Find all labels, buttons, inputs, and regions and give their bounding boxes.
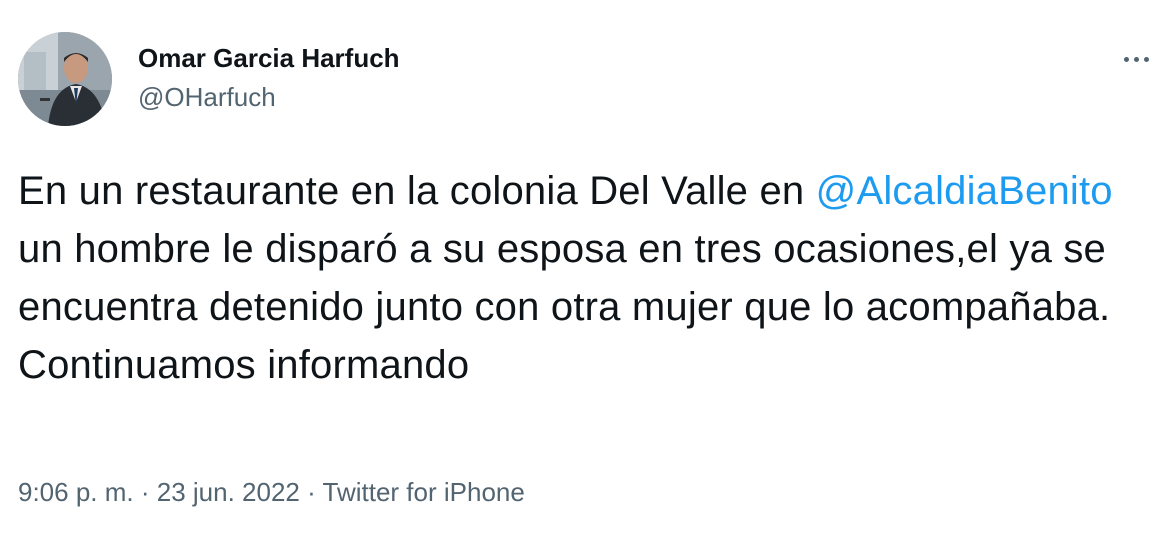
more-dot	[1123, 56, 1129, 62]
avatar[interactable]	[18, 32, 112, 126]
tweet-date[interactable]: 23 jun. 2022	[157, 477, 300, 507]
author-display-name[interactable]: Omar Garcia Harfuch	[138, 40, 400, 76]
more-dot	[1143, 56, 1149, 62]
author-handle[interactable]: @OHarfuch	[138, 79, 400, 115]
tweet-text: En un restaurante en la colonia Del Vall…	[18, 162, 1148, 394]
tweet-time[interactable]: 9:06 p. m.	[18, 477, 134, 507]
author-info: Omar Garcia Harfuch @OHarfuch	[138, 40, 400, 115]
avatar-photo	[18, 32, 112, 126]
meta-separator: ·	[133, 477, 157, 507]
tweet-card: Omar Garcia Harfuch @OHarfuch En un rest…	[0, 0, 1174, 540]
tweet-metadata: 9:06 p. m. · 23 jun. 2022 · Twitter for …	[18, 474, 525, 510]
tweet-source[interactable]: Twitter for iPhone	[323, 477, 525, 507]
meta-separator: ·	[299, 477, 323, 507]
more-horizontal-icon[interactable]	[1116, 46, 1156, 72]
tweet-text-before: En un restaurante en la colonia Del Vall…	[18, 169, 816, 213]
mention-link[interactable]: @AlcaldiaBenito	[816, 169, 1113, 213]
tweet-text-after: un hombre le disparó a su esposa en tres…	[18, 227, 1111, 387]
more-dot	[1133, 56, 1139, 62]
